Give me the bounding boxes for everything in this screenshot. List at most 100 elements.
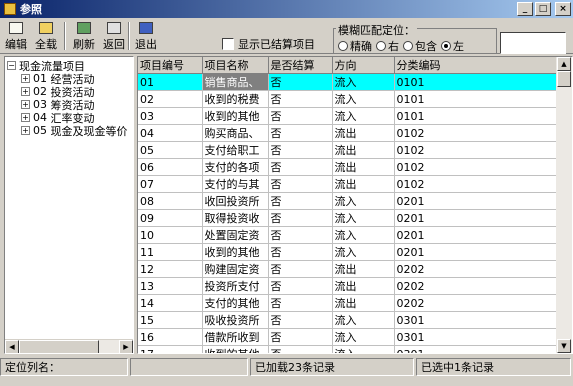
- table-cell[interactable]: 否: [268, 328, 333, 346]
- table-cell[interactable]: 07: [138, 175, 203, 193]
- table-cell[interactable]: 收回投资所: [202, 192, 269, 210]
- radio-circle-selected[interactable]: [441, 41, 451, 51]
- table-cell[interactable]: 0201: [394, 192, 557, 210]
- show-settled-option[interactable]: 显示已结算项目: [222, 36, 315, 52]
- table-cell[interactable]: 流出: [332, 158, 395, 176]
- back-button[interactable]: 返回: [100, 20, 128, 52]
- expand-icon[interactable]: +: [21, 126, 30, 135]
- edit-button[interactable]: 编辑: [2, 20, 30, 52]
- table-row[interactable]: 03 收到的其他否流入 0101: [138, 107, 557, 125]
- expand-icon[interactable]: +: [21, 74, 30, 83]
- table-cell[interactable]: 否: [268, 294, 333, 312]
- table-cell[interactable]: 流出: [332, 294, 395, 312]
- tree-item[interactable]: + 05 现金及现金等价: [21, 124, 128, 138]
- maximize-button[interactable]: □: [535, 2, 551, 16]
- table-cell[interactable]: 0201: [394, 243, 557, 261]
- table-cell[interactable]: 流入: [332, 107, 395, 125]
- table-cell[interactable]: 购建固定资: [202, 260, 269, 278]
- column-header[interactable]: 分类编码: [394, 57, 557, 74]
- table-cell[interactable]: 吸收投资所: [202, 311, 269, 329]
- exit-button[interactable]: 退出: [132, 20, 160, 52]
- table-cell[interactable]: 0201: [394, 209, 557, 227]
- scroll-right-icon[interactable]: ▶: [119, 340, 133, 353]
- radio-circle[interactable]: [403, 41, 413, 51]
- table-cell[interactable]: 流入: [332, 209, 395, 227]
- expand-icon[interactable]: +: [21, 113, 30, 122]
- table-row[interactable]: 01 销售商品、否流入 0101: [138, 73, 557, 91]
- table-row[interactable]: 11 收到的其他否流入 0201: [138, 243, 557, 261]
- table-cell[interactable]: 0301: [394, 345, 557, 353]
- table-cell[interactable]: 否: [268, 209, 333, 227]
- table-cell[interactable]: 否: [268, 345, 333, 353]
- select-all-button[interactable]: 全载: [32, 20, 60, 52]
- table-cell[interactable]: 17: [138, 345, 203, 353]
- table-row[interactable]: 08 收回投资所否流入 0201: [138, 192, 557, 210]
- table-cell[interactable]: 0301: [394, 328, 557, 346]
- table-cell[interactable]: 处置固定资: [202, 226, 269, 244]
- close-button[interactable]: ×: [555, 2, 571, 16]
- table-row[interactable]: 12 购建固定资否流出 0202: [138, 260, 557, 278]
- minimize-button[interactable]: _: [517, 2, 533, 16]
- radio-exact[interactable]: 精确: [338, 38, 372, 54]
- table-cell[interactable]: 流出: [332, 124, 395, 142]
- table-cell[interactable]: 0202: [394, 260, 557, 278]
- table-cell[interactable]: 03: [138, 107, 203, 125]
- table-cell[interactable]: 流入: [332, 243, 395, 261]
- table-row[interactable]: 02 收到的税费否流入 0101: [138, 90, 557, 108]
- column-header[interactable]: 方向: [332, 57, 395, 74]
- table-row[interactable]: 09 取得投资收否流入 0201: [138, 209, 557, 227]
- table-cell[interactable]: 流入: [332, 345, 395, 353]
- radio-contains[interactable]: 包含: [403, 38, 437, 54]
- radio-circle[interactable]: [338, 41, 348, 51]
- table-cell[interactable]: 流出: [332, 277, 395, 295]
- table-cell[interactable]: 借款所收到: [202, 328, 269, 346]
- table-cell[interactable]: 0102: [394, 124, 557, 142]
- table-cell[interactable]: 08: [138, 192, 203, 210]
- table-cell[interactable]: 否: [268, 226, 333, 244]
- table-cell[interactable]: 收到的其他: [202, 107, 269, 125]
- table-cell[interactable]: 流出: [332, 260, 395, 278]
- refresh-button[interactable]: 刷新: [70, 20, 98, 52]
- table-cell[interactable]: 流出: [332, 141, 395, 159]
- column-header[interactable]: 项目编号: [138, 57, 203, 74]
- table-cell[interactable]: 流入: [332, 311, 395, 329]
- table-row[interactable]: 06 支付的各项否流出 0102: [138, 158, 557, 176]
- table-cell[interactable]: 收到的其他: [202, 345, 269, 353]
- table-row[interactable]: 07 支付的与其否流出 0102: [138, 175, 557, 193]
- table-cell[interactable]: 0101: [394, 73, 557, 91]
- table-cell[interactable]: 流入: [332, 328, 395, 346]
- table-cell[interactable]: 否: [268, 73, 333, 91]
- table-cell[interactable]: 否: [268, 192, 333, 210]
- table-cell[interactable]: 流入: [332, 73, 395, 91]
- table-cell[interactable]: 0102: [394, 158, 557, 176]
- table-cell[interactable]: 02: [138, 90, 203, 108]
- scroll-thumb[interactable]: [557, 71, 571, 87]
- table-row[interactable]: 17收到的其他否流入0301: [138, 345, 557, 353]
- table-cell[interactable]: 流入: [332, 90, 395, 108]
- table-cell[interactable]: 支付的各项: [202, 158, 269, 176]
- table-cell[interactable]: 否: [268, 141, 333, 159]
- table-cell[interactable]: 收到的其他: [202, 243, 269, 261]
- table-cell[interactable]: 支付的与其: [202, 175, 269, 193]
- table-cell[interactable]: 收到的税费: [202, 90, 269, 108]
- table-cell[interactable]: 11: [138, 243, 203, 261]
- table-cell[interactable]: 取得投资收: [202, 209, 269, 227]
- search-input[interactable]: [500, 32, 566, 54]
- table-cell[interactable]: 否: [268, 260, 333, 278]
- column-header[interactable]: 是否结算: [268, 57, 333, 74]
- table-cell[interactable]: 0301: [394, 311, 557, 329]
- table-cell[interactable]: 流入: [332, 192, 395, 210]
- table-cell[interactable]: 销售商品、: [202, 73, 269, 91]
- table-cell[interactable]: 否: [268, 90, 333, 108]
- table-cell[interactable]: 09: [138, 209, 203, 227]
- collapse-icon[interactable]: −: [7, 61, 16, 70]
- table-cell[interactable]: 0202: [394, 277, 557, 295]
- table-cell[interactable]: 流入: [332, 226, 395, 244]
- table-row[interactable]: 05 支付给职工否流出 0102: [138, 141, 557, 159]
- table-cell[interactable]: 10: [138, 226, 203, 244]
- table-cell[interactable]: 12: [138, 260, 203, 278]
- grid-vertical-scrollbar[interactable]: ▲ ▼: [556, 57, 572, 353]
- table-cell[interactable]: 流出: [332, 175, 395, 193]
- table-cell[interactable]: 14: [138, 294, 203, 312]
- scroll-left-icon[interactable]: ◀: [5, 340, 19, 353]
